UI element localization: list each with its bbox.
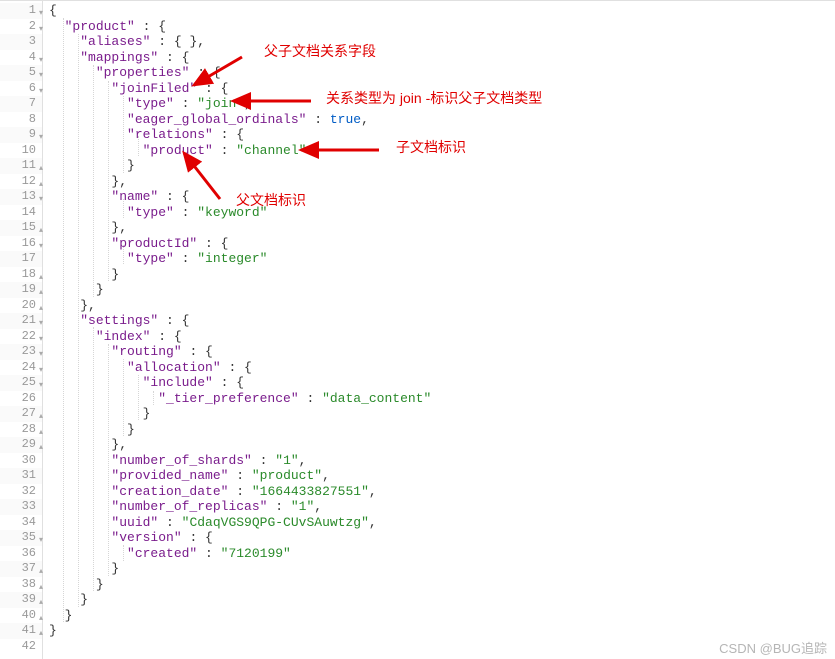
code-line: }	[49, 608, 835, 624]
code-line: },	[49, 220, 835, 236]
code-line: }	[49, 623, 835, 639]
code-line: }	[49, 406, 835, 422]
code-line: "properties" : {	[49, 65, 835, 81]
annotation-parent-marker: 父文档标识	[236, 193, 306, 209]
code-line: "productId" : {	[49, 236, 835, 252]
code-line: "number_of_replicas" : "1",	[49, 499, 835, 515]
code-line: "type" : "integer"	[49, 251, 835, 267]
code-line: "allocation" : {	[49, 360, 835, 376]
code-line: "creation_date" : "1664433827551",	[49, 484, 835, 500]
line-number-gutter: 1▾2▾34▾5▾6▾789▾1011▴12▴13▾1415▴16▾1718▴1…	[0, 1, 43, 659]
code-line: "version" : {	[49, 530, 835, 546]
code-line: "provided_name" : "product",	[49, 468, 835, 484]
code-line: "settings" : {	[49, 313, 835, 329]
annotation-child-marker: 子文档标识	[396, 140, 466, 156]
code-line: "include" : {	[49, 375, 835, 391]
code-line: }	[49, 422, 835, 438]
code-line: }	[49, 267, 835, 283]
code-line: },	[49, 437, 835, 453]
code-line: "routing" : {	[49, 344, 835, 360]
code-line: }	[49, 561, 835, 577]
code-line	[49, 639, 835, 655]
code-line: "index" : {	[49, 329, 835, 345]
code-line: "product" : {	[49, 19, 835, 35]
code-line: }	[49, 577, 835, 593]
annotation-parent-child-field: 父子文档关系字段	[264, 44, 376, 60]
code-line: },	[49, 174, 835, 190]
code-line: "uuid" : "CdaqVGS9QPG-CUvSAuwtzg",	[49, 515, 835, 531]
code-line: }	[49, 158, 835, 174]
code-line: "type" : "keyword"	[49, 205, 835, 221]
code-line: "created" : "7120199"	[49, 546, 835, 562]
code-line: {	[49, 3, 835, 19]
code-line: }	[49, 592, 835, 608]
watermark: CSDN @BUG追踪	[719, 641, 827, 657]
code-editor: 1▾2▾34▾5▾6▾789▾1011▴12▴13▾1415▴16▾1718▴1…	[0, 0, 835, 659]
code-line: "aliases" : { },	[49, 34, 835, 50]
annotation-join-type: 关系类型为 join -标识父子文档类型	[326, 91, 542, 107]
code-line: }	[49, 282, 835, 298]
code-line: "_tier_preference" : "data_content"	[49, 391, 835, 407]
code-line: "number_of_shards" : "1",	[49, 453, 835, 469]
code-line: },	[49, 298, 835, 314]
code-line: "eager_global_ordinals" : true,	[49, 112, 835, 128]
code-line: "mappings" : {	[49, 50, 835, 66]
code-line: "name" : {	[49, 189, 835, 205]
